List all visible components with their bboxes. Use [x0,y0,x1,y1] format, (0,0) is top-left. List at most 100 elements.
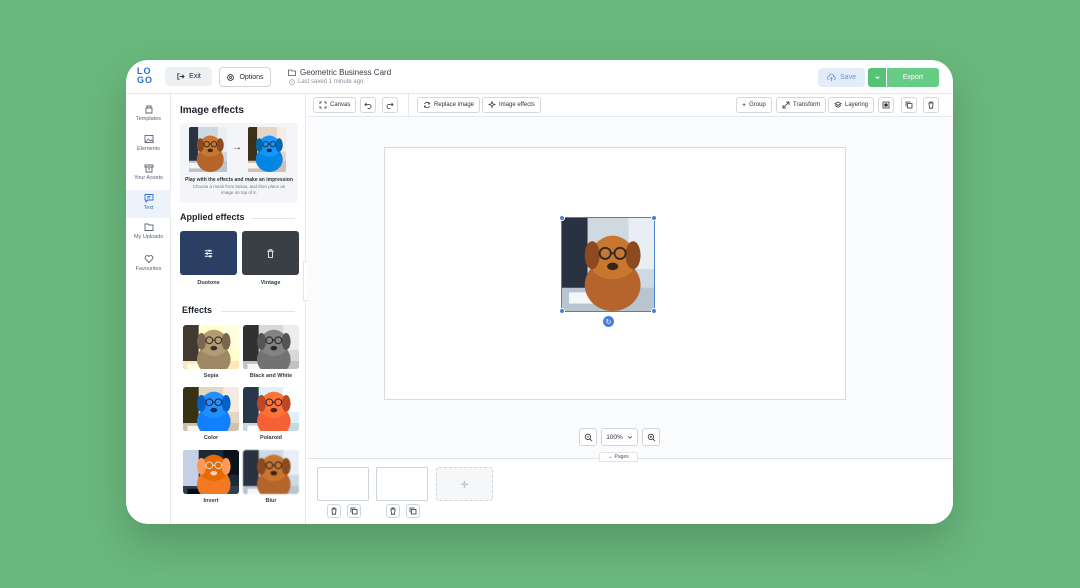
rail-label: Text [143,205,154,211]
effects-promo-card: → Play with the effects and make an impr… [180,123,298,203]
copy-icon [409,507,417,515]
delete-page-button[interactable] [386,504,400,518]
canvas-button[interactable]: Canvas [313,97,357,113]
refresh-icon [424,101,430,109]
rail-item-uploads[interactable]: My Uploads [126,222,171,250]
options-label: Options [239,73,264,81]
rail-item-text[interactable]: Text [126,190,171,218]
trash-icon [267,248,274,258]
gear-icon [227,73,235,81]
page-thumbnail[interactable] [317,467,369,501]
rail-item-favourites[interactable]: Favourites [126,254,171,282]
promo-heading: Play with the effects and make an impres… [185,177,293,183]
resize-handle[interactable] [559,308,565,314]
effect-thumb-blur[interactable] [243,450,299,494]
exit-button[interactable]: Exit [165,67,212,86]
mask-button[interactable] [878,97,894,113]
export-button[interactable]: Export [887,68,939,87]
delete-page-button[interactable] [327,504,341,518]
trash-icon [928,101,934,109]
toolbar-divider [408,94,409,117]
export-options-button[interactable] [868,68,886,87]
artboard[interactable]: ↻ [384,147,846,400]
rail-label: Favourites [135,266,162,272]
effect-thumb-black-and-white[interactable] [243,325,299,369]
effect-thumb-invert[interactable] [183,450,239,494]
zoom-out-button[interactable] [579,428,597,446]
rail-label: Elements [137,146,160,152]
duplicate-button[interactable] [901,97,917,113]
applied-effect-duotone[interactable] [180,231,237,275]
applied-effects-heading: Applied effects [180,212,245,222]
effect-label: Blur [265,498,277,504]
expand-icon [319,101,327,109]
options-button[interactable]: Options [219,67,271,87]
clock-icon [289,79,295,85]
undo-button[interactable] [360,97,376,113]
group-label: Group [749,102,766,108]
rail-item-elements[interactable]: Elements [126,134,171,162]
trash-icon [331,507,337,515]
effect-thumb-color[interactable] [183,387,239,431]
image-effects-button[interactable]: Image effects [482,97,541,113]
duplicate-page-button[interactable] [406,504,420,518]
exit-label: Exit [189,73,201,80]
image-effects-label: Image effects [499,102,535,108]
page-thumbnail[interactable] [376,467,428,501]
rotate-handle[interactable]: ↻ [603,316,614,327]
add-page-button[interactable]: + [436,467,493,501]
divider [221,311,295,312]
editor-window: LO GO Exit Options Geometric Business Ca… [126,60,953,524]
rail-item-templates[interactable]: Templates [126,104,171,132]
save-button[interactable]: Save [818,68,865,87]
selected-image[interactable] [561,217,655,312]
canvas-workspace: ↻ 100% [307,118,953,458]
effect-thumb-sepia[interactable] [183,325,239,369]
heart-icon [144,255,153,264]
resize-handle[interactable] [651,215,657,221]
document-title[interactable]: Geometric Business Card [300,68,391,77]
rail-item-assets[interactable]: Your Assets [126,163,171,191]
panel-title: Image effects [180,105,244,116]
zoom-in-button[interactable] [642,428,660,446]
chat-icon [144,194,153,203]
promo-after-image [248,127,286,172]
chevron-down-icon: ⌄ [608,454,613,460]
mask-icon [882,101,890,109]
copy-icon [905,101,913,109]
plus-icon: + [742,101,747,109]
redo-icon [386,102,394,109]
promo-description: Choose a mask from below, and then place… [192,184,286,195]
transform-label: Transform [793,102,821,108]
effect-label: Black and White [249,373,293,379]
replace-image-button[interactable]: Replace image [417,97,481,113]
applied-effect-vintage[interactable] [242,231,299,275]
zoom-level-select[interactable]: 100% [601,428,638,446]
rail-label: Templates [135,116,162,122]
sliders-icon [204,249,213,257]
document-info: Geometric Business Card Last saved 1 min… [288,68,391,85]
resize-handle[interactable] [651,308,657,314]
last-saved-text: Last saved 1 minute ago [298,79,364,85]
arrow-right-icon: → [232,142,242,153]
pages-strip: ⌄ Pages + [307,452,953,524]
exit-icon [177,73,185,80]
left-rail: Templates Elements Your Assets Text My U… [126,94,171,524]
canvas-label: Canvas [330,102,351,108]
app-logo[interactable]: LO GO [137,67,157,85]
pages-toggle[interactable]: ⌄ Pages [599,452,638,462]
effect-label: Sepia [203,373,219,379]
divider [251,218,295,219]
layering-button[interactable]: Layering [828,97,875,113]
effect-label: Polaroid [259,435,282,441]
redo-button[interactable] [382,97,398,113]
transform-button[interactable]: Transform [776,97,827,113]
save-label: Save [840,74,856,81]
resize-handle[interactable] [559,215,565,221]
delete-button[interactable] [923,97,939,113]
group-button[interactable]: + Group [736,97,772,113]
copy-icon [350,507,358,515]
effect-thumb-polaroid[interactable] [243,387,299,431]
rotate-icon: ↻ [605,318,612,326]
duplicate-page-button[interactable] [347,504,361,518]
